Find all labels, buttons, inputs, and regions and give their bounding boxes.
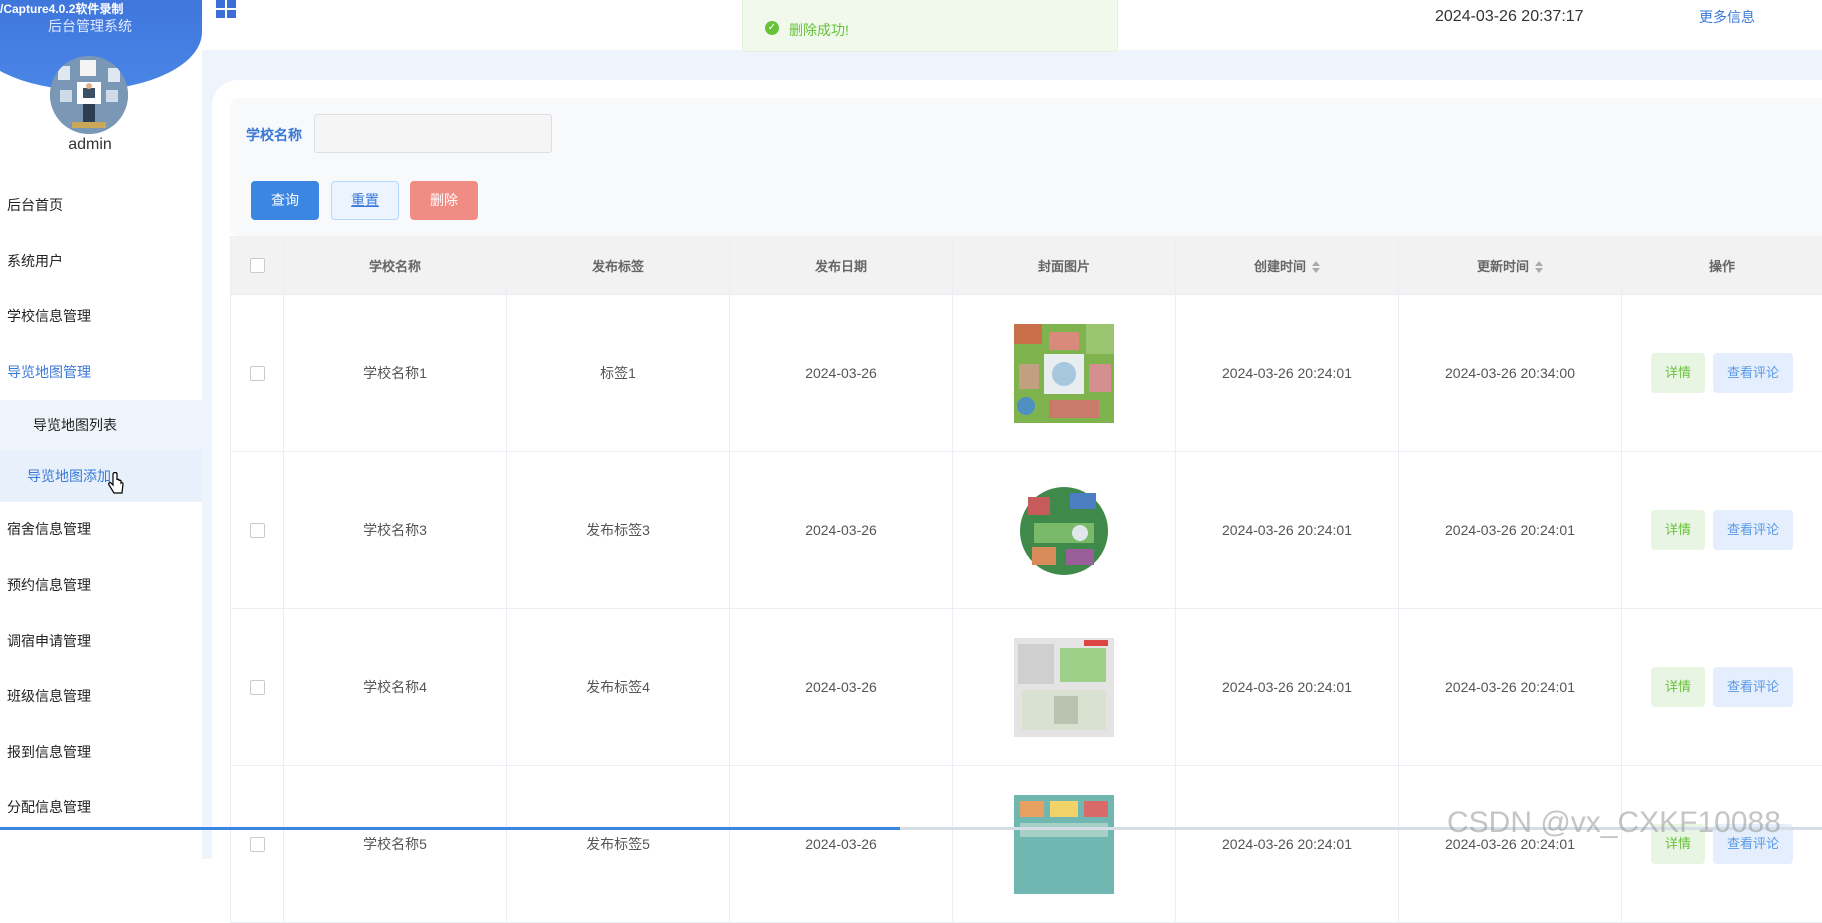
grid-menu-icon[interactable]: [216, 0, 236, 18]
success-toast: ✓ 删除成功!: [742, 0, 1118, 52]
row-select-cell: [231, 295, 284, 452]
cell-cover: [953, 609, 1176, 766]
table-row: 学校名称1 标签1 2024-03-26 2024-03-26 20:24:01: [231, 295, 1822, 452]
row-select-cell: [231, 452, 284, 609]
reset-button[interactable]: 重置: [331, 181, 399, 220]
header-school-name: 学校名称: [284, 236, 507, 295]
toast-message: 删除成功!: [789, 20, 849, 40]
row-checkbox[interactable]: [250, 366, 265, 381]
cell-actions: 详情查看评论: [1622, 766, 1822, 923]
cell-created: 2024-03-26 20:24:01: [1176, 452, 1399, 609]
cell-publish-date: 2024-03-26: [730, 452, 953, 609]
header-created-label: 创建时间: [1254, 259, 1306, 274]
table-header-row: 学校名称 发布标签 发布日期 封面图片 创建时间 更新时间 操作: [231, 236, 1822, 295]
header-created[interactable]: 创建时间: [1176, 236, 1399, 295]
sidebar-item-dorm-change[interactable]: 调宿申请管理: [0, 614, 202, 670]
sidebar-item-map-management[interactable]: 导览地图管理: [0, 345, 202, 401]
cell-tag: 发布标签3: [507, 452, 730, 609]
cover-thumbnail[interactable]: [1014, 324, 1114, 423]
cell-school-name: 学校名称1: [284, 295, 507, 452]
cell-cover: [953, 452, 1176, 609]
select-all-checkbox[interactable]: [250, 258, 265, 273]
cover-thumbnail[interactable]: [1014, 795, 1114, 894]
cell-tag: 发布标签4: [507, 609, 730, 766]
cell-school-name: 学校名称5: [284, 766, 507, 923]
cell-created: 2024-03-26 20:24:01: [1176, 609, 1399, 766]
search-label: 学校名称: [246, 125, 302, 145]
query-button[interactable]: 查询: [251, 181, 319, 220]
cell-school-name: 学校名称3: [284, 452, 507, 609]
school-name-search-input[interactable]: [314, 114, 552, 153]
top-datetime: 2024-03-26 20:37:17: [1435, 8, 1584, 26]
sidebar-item-school-info[interactable]: 学校信息管理: [0, 289, 202, 345]
cell-cover: [953, 295, 1176, 452]
view-comments-button[interactable]: 查看评论: [1713, 510, 1793, 550]
cell-actions: 详情查看评论: [1622, 609, 1822, 766]
cell-updated: 2024-03-26 20:24:01: [1399, 609, 1622, 766]
cell-updated: 2024-03-26 20:24:01: [1399, 452, 1622, 609]
cell-publish-date: 2024-03-26: [730, 609, 953, 766]
view-comments-button[interactable]: 查看评论: [1713, 353, 1793, 393]
cell-created: 2024-03-26 20:24:01: [1176, 766, 1399, 923]
cell-publish-date: 2024-03-26: [730, 766, 953, 923]
sidebar-item-dorm-info[interactable]: 宿舍信息管理: [0, 502, 202, 558]
cell-created: 2024-03-26 20:24:01: [1176, 295, 1399, 452]
more-info-link[interactable]: 更多信息: [1699, 7, 1755, 27]
detail-button[interactable]: 详情: [1651, 353, 1705, 393]
row-select-cell: [231, 766, 284, 923]
cell-cover: [953, 766, 1176, 923]
header-cover: 封面图片: [953, 236, 1176, 295]
sidebar: /Capture4.0.2软件录制 后台管理系统 admin 后台首页 系统用户…: [0, 0, 203, 859]
cover-thumbnail[interactable]: [1014, 638, 1114, 737]
avatar[interactable]: [50, 56, 128, 134]
sidebar-item-registration-info[interactable]: 报到信息管理: [0, 725, 202, 781]
header-actions: 操作: [1622, 236, 1822, 295]
cell-actions: 详情查看评论: [1622, 295, 1822, 452]
header-tag: 发布标签: [507, 236, 730, 295]
row-checkbox[interactable]: [250, 523, 265, 538]
detail-button[interactable]: 详情: [1651, 667, 1705, 707]
row-checkbox[interactable]: [250, 837, 265, 852]
cell-school-name: 学校名称4: [284, 609, 507, 766]
sort-icon[interactable]: [1312, 261, 1320, 273]
cell-publish-date: 2024-03-26: [730, 295, 953, 452]
sidebar-item-reservation-info[interactable]: 预约信息管理: [0, 558, 202, 614]
sidebar-subitem-map-add[interactable]: 导览地图添加: [0, 451, 202, 502]
sidebar-item-home[interactable]: 后台首页: [0, 178, 202, 234]
cell-tag: 标签1: [507, 295, 730, 452]
cell-tag: 发布标签5: [507, 766, 730, 923]
sidebar-subitem-map-list[interactable]: 导览地图列表: [0, 400, 202, 451]
table-row: 学校名称3 发布标签3 2024-03-26 2024-03-26 20:24:…: [231, 452, 1822, 609]
select-all-cell: [231, 236, 284, 295]
row-checkbox[interactable]: [250, 680, 265, 695]
cell-updated: 2024-03-26 20:34:00: [1399, 295, 1622, 452]
cell-updated: 2024-03-26 20:24:01: [1399, 766, 1622, 923]
sidebar-item-class-info[interactable]: 班级信息管理: [0, 669, 202, 725]
recording-progress-fill: [0, 827, 900, 830]
recorder-title: /Capture4.0.2软件录制: [0, 0, 123, 17]
sidebar-item-system-users[interactable]: 系统用户: [0, 234, 202, 290]
cover-thumbnail[interactable]: [1014, 481, 1114, 580]
sidebar-menu: 后台首页 系统用户 学校信息管理 导览地图管理 导览地图列表 导览地图添加 宿舍…: [0, 178, 202, 836]
hand-cursor-icon: [107, 472, 125, 496]
username: admin: [0, 136, 180, 154]
cell-actions: 详情查看评论: [1622, 452, 1822, 609]
table-row: 学校名称5 发布标签5 2024-03-26 2024-03-26 20:24:…: [231, 766, 1822, 923]
detail-button[interactable]: 详情: [1651, 510, 1705, 550]
sort-icon[interactable]: [1535, 261, 1543, 273]
table-row: 学校名称4 发布标签4 2024-03-26 2024-03-26 20:24:…: [231, 609, 1822, 766]
check-circle-icon: ✓: [765, 21, 779, 35]
view-comments-button[interactable]: 查看评论: [1713, 667, 1793, 707]
header-updated[interactable]: 更新时间: [1399, 236, 1622, 295]
row-select-cell: [231, 609, 284, 766]
top-strip: [202, 50, 1822, 78]
watermark: CSDN @vx_CXKF10088: [1447, 806, 1781, 840]
header-publish-date: 发布日期: [730, 236, 953, 295]
delete-button[interactable]: 删除: [410, 181, 478, 220]
header-updated-label: 更新时间: [1477, 259, 1529, 274]
system-title: 后台管理系统: [0, 16, 180, 36]
